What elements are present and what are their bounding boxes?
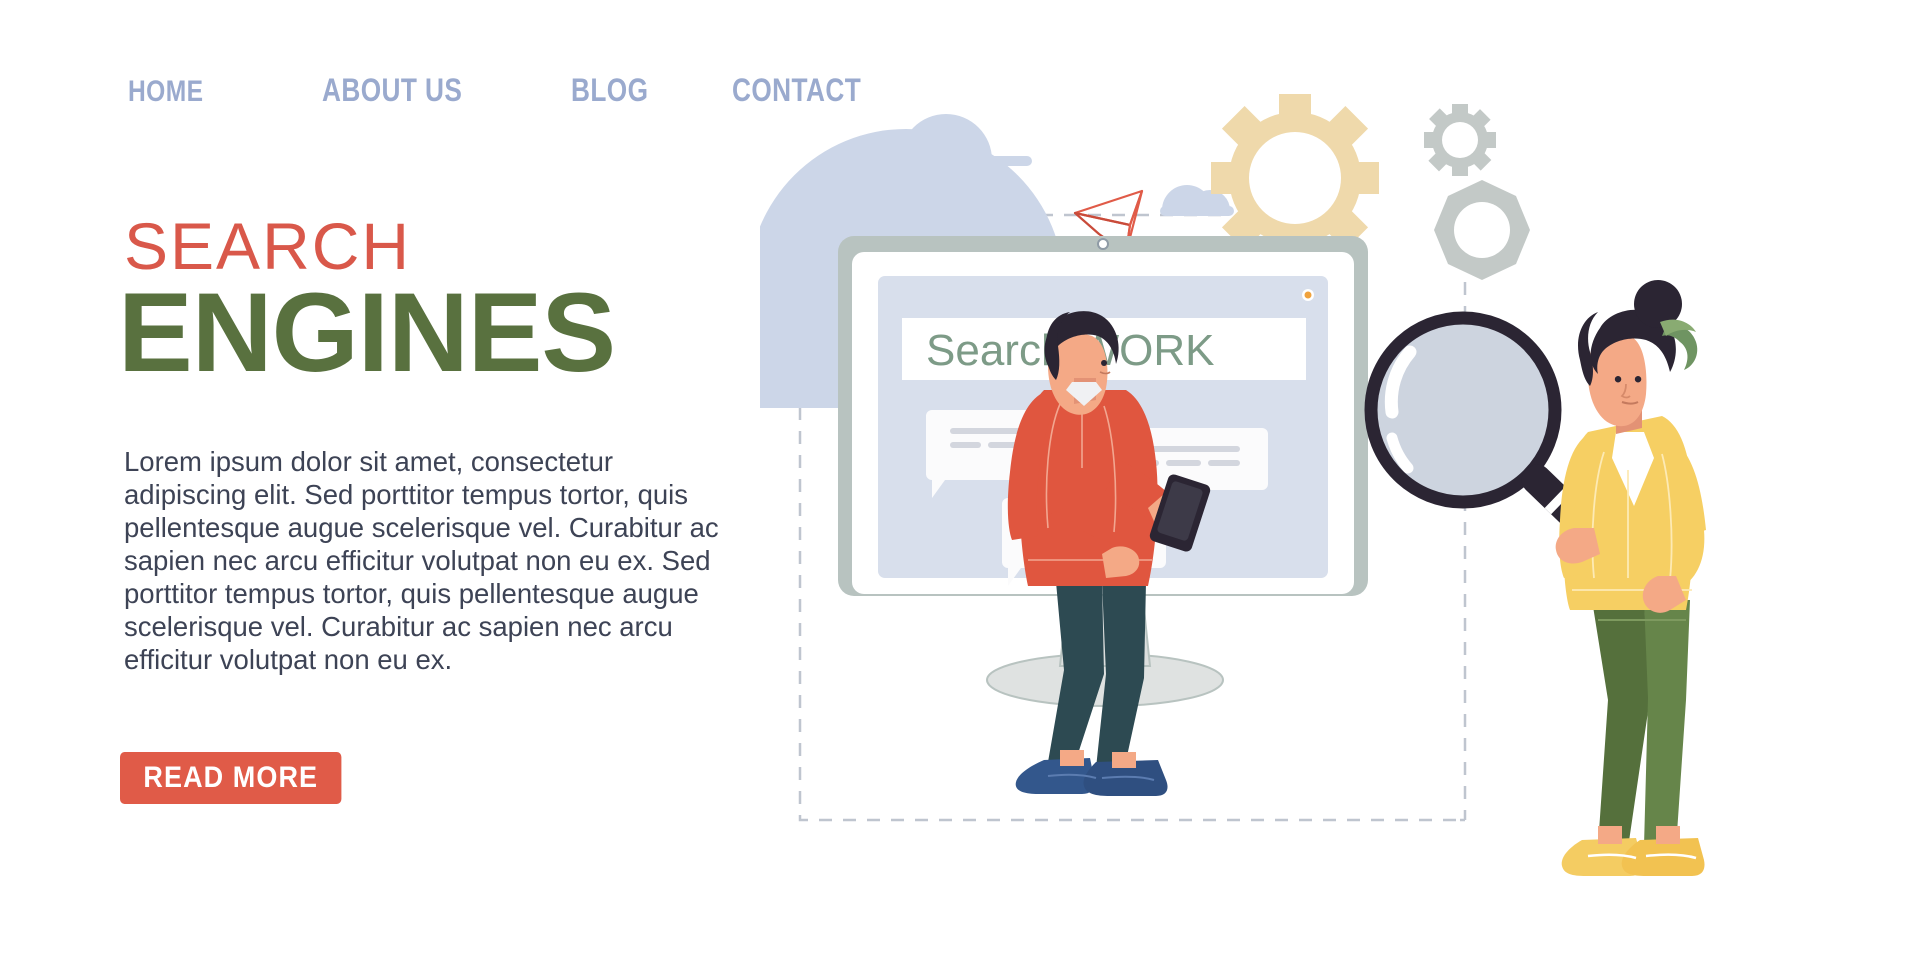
person-woman-illustration <box>1555 280 1706 876</box>
hero-illustration: Search WORK <box>760 60 1920 900</box>
nav-item-about-us[interactable]: ABOUT US <box>322 72 462 109</box>
shoe-icon <box>1561 838 1705 876</box>
hero-text-block: SEARCH ENGINES Lorem ipsum dolor sit ame… <box>118 209 744 676</box>
nav-item-blog[interactable]: BLOG <box>571 72 648 109</box>
page-title: ENGINES <box>118 270 616 395</box>
hero-eyebrow: SEARCH <box>124 209 412 283</box>
gear-small-icon <box>1424 104 1496 176</box>
hero-paragraph: Lorem ipsum dolor sit amet, consectetur … <box>124 446 719 675</box>
nav-item-home[interactable]: HOME <box>128 75 203 109</box>
shoe-icon <box>1015 758 1168 796</box>
nut-icon <box>1434 180 1530 280</box>
landing-page: HOME ABOUT US BLOG CONTACT SEARCH ENGINE… <box>0 0 1920 960</box>
read-more-button[interactable]: READ MORE <box>120 752 342 804</box>
